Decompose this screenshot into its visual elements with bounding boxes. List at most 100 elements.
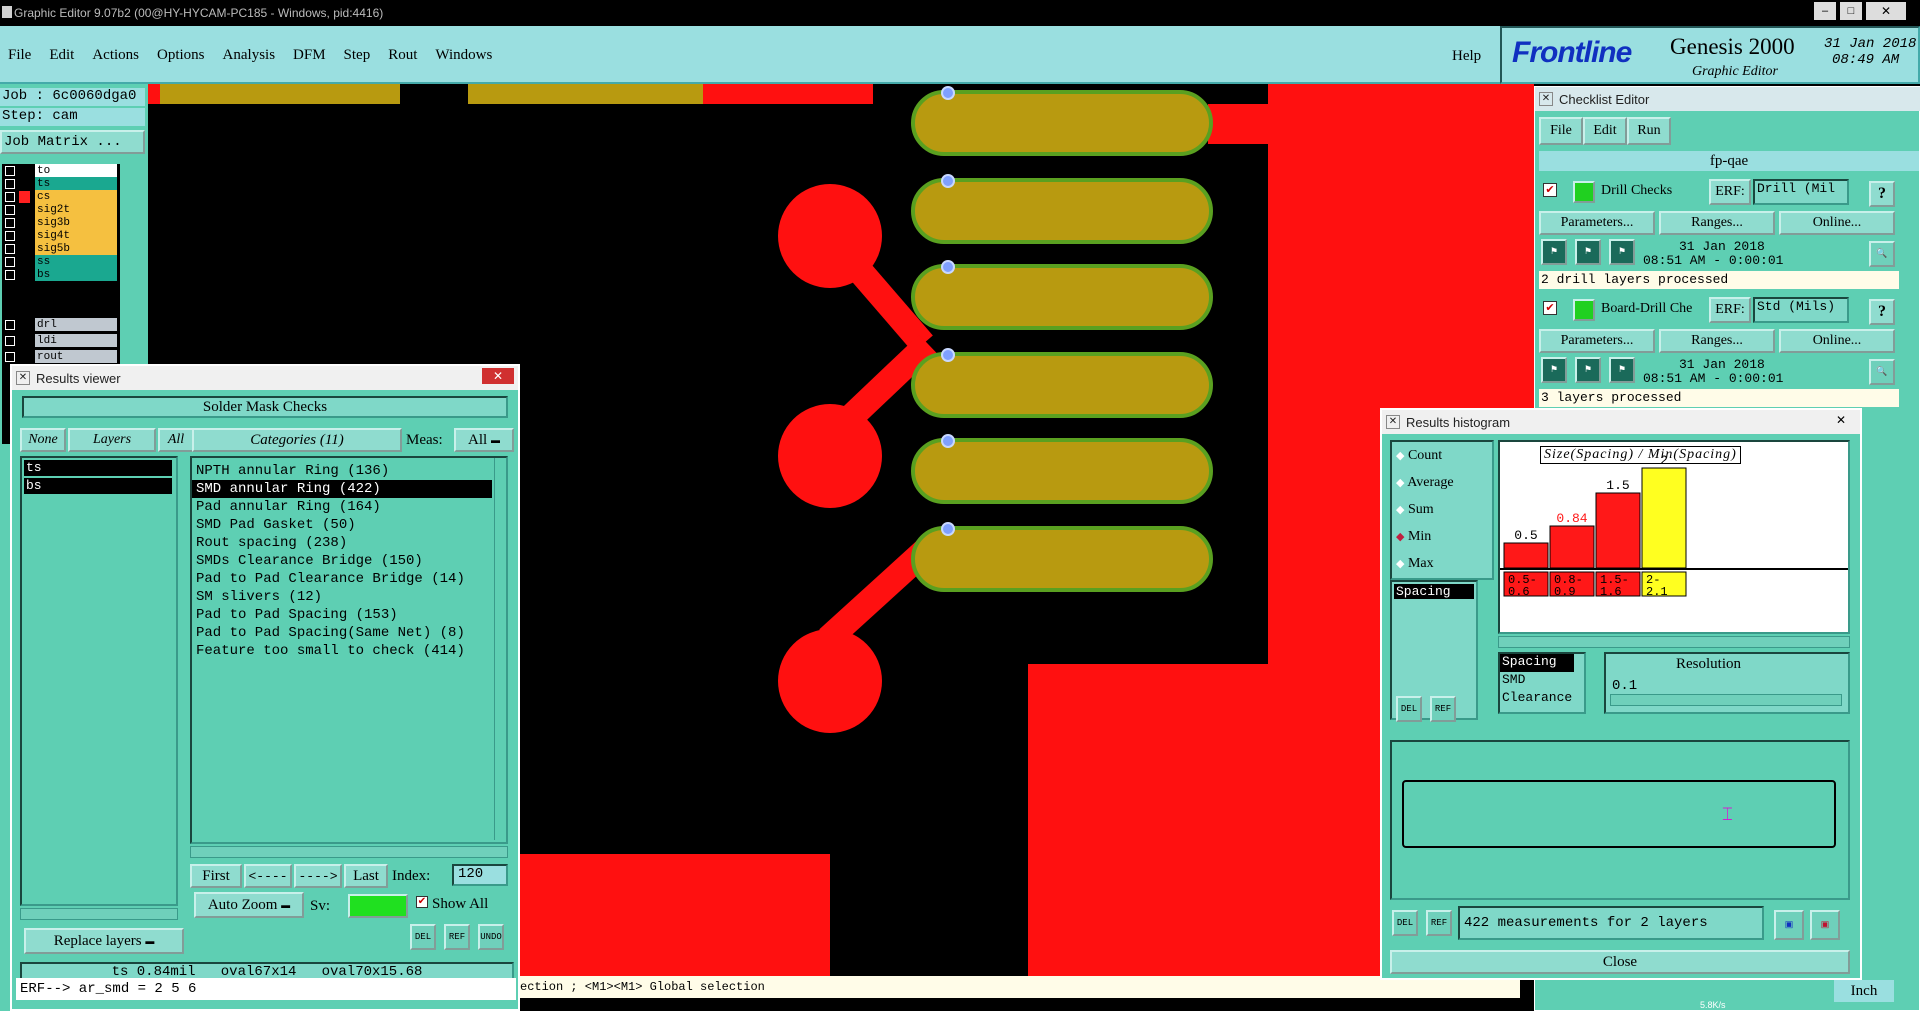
smd-pad[interactable] [911, 438, 1213, 504]
category-item[interactable]: SMD annular Ring (422) [192, 480, 492, 498]
run-icon[interactable]: ⚑ [1575, 239, 1601, 265]
job-matrix-button[interactable]: Job Matrix ... [0, 130, 145, 154]
close-button[interactable]: ✕ [1866, 2, 1906, 20]
list2-item[interactable]: SMD [1500, 672, 1584, 690]
menu-step[interactable]: Step [344, 47, 371, 64]
menu-dfm[interactable]: DFM [293, 47, 326, 64]
layer-row[interactable]: sig4t [2, 229, 120, 243]
results-layer-list[interactable]: ts bs [20, 456, 178, 906]
layer-list-hscroll[interactable] [20, 908, 178, 920]
check-enable-checkbox[interactable]: ✔ [1543, 183, 1557, 197]
layer-checkbox[interactable] [5, 270, 15, 280]
online-button[interactable]: Online... [1779, 211, 1895, 235]
mode-radio-count[interactable]: ◆ Count [1396, 448, 1442, 464]
mode-radio-average[interactable]: ◆ Average [1396, 475, 1454, 491]
layer-checkbox[interactable] [5, 205, 15, 215]
zoom-icon[interactable]: 🔍 [1869, 359, 1895, 385]
last-button[interactable]: Last [344, 864, 388, 888]
next-button[interactable]: ----> [294, 864, 342, 888]
layer-row[interactable]: cs [2, 190, 120, 204]
layer-row[interactable]: sig2t [2, 203, 120, 217]
histogram-bar[interactable] [1595, 492, 1641, 569]
menu-help[interactable]: Help [1452, 48, 1481, 65]
undo-icon[interactable]: UNDO [478, 924, 504, 950]
layer-row[interactable]: ss [2, 255, 120, 269]
check-action-icon[interactable] [1573, 181, 1595, 203]
ranges-button[interactable]: Ranges... [1659, 211, 1775, 235]
run-icon[interactable]: ⚑ [1575, 357, 1601, 383]
hist-del-icon-2[interactable]: DEL [1392, 910, 1418, 936]
minimize-button[interactable]: ‒ [1814, 2, 1836, 20]
maximize-button[interactable]: □ [1840, 2, 1862, 20]
mode-radio-min[interactable]: ◆ Min [1396, 529, 1431, 545]
layer-checkbox[interactable] [5, 231, 15, 241]
checklist-menu-edit[interactable]: Edit [1583, 117, 1627, 145]
checklist-menu-run[interactable]: Run [1627, 117, 1671, 145]
menu-rout[interactable]: Rout [388, 47, 417, 64]
layer-row[interactable]: to [2, 164, 120, 178]
category-item[interactable]: Feature too small to check (414) [192, 642, 506, 660]
menu-options[interactable]: Options [157, 47, 205, 64]
mode-radio-max[interactable]: ◆ Max [1396, 556, 1434, 572]
layer-checkbox[interactable] [5, 352, 15, 362]
ranges-button[interactable]: Ranges... [1659, 329, 1775, 353]
check-enable-checkbox[interactable]: ✔ [1543, 301, 1557, 315]
layers-button[interactable]: Layers [68, 428, 156, 452]
del-icon[interactable]: DEL [410, 924, 436, 950]
smd-pad[interactable] [911, 526, 1213, 592]
resolution-slider[interactable] [1610, 694, 1842, 706]
menu-analysis[interactable]: Analysis [223, 47, 276, 64]
menu-actions[interactable]: Actions [92, 47, 139, 64]
hist-ref-icon-2[interactable]: REF [1426, 910, 1452, 936]
category-item[interactable]: Pad to Pad Clearance Bridge (14) [192, 570, 506, 588]
histogram-close-button[interactable]: Close [1390, 950, 1850, 974]
histogram-list-item[interactable]: Spacing [1394, 584, 1474, 599]
category-item[interactable]: SMD Pad Gasket (50) [192, 516, 506, 534]
smd-pad[interactable] [911, 178, 1213, 244]
category-item[interactable]: SMDs Clearance Bridge (150) [192, 552, 506, 570]
all-layers-button[interactable]: All [158, 428, 194, 452]
smd-pad[interactable] [911, 90, 1213, 156]
layer-checkbox[interactable] [5, 218, 15, 228]
layer-row[interactable]: sig5b [2, 242, 120, 256]
histogram-bar[interactable] [1549, 525, 1595, 569]
layer-row[interactable]: drl [2, 318, 120, 332]
mode-radio-sum[interactable]: ◆ Sum [1396, 502, 1434, 518]
menu-windows[interactable]: Windows [435, 47, 492, 64]
category-item[interactable]: Pad to Pad Spacing(Same Net) (8) [192, 624, 506, 642]
layer-row[interactable]: rout [2, 350, 120, 364]
list2-item[interactable]: Spacing [1500, 654, 1574, 672]
run-icon[interactable]: ⚑ [1609, 239, 1635, 265]
prev-button[interactable]: <---- [244, 864, 292, 888]
category-item[interactable]: NPTH annular Ring (136) [192, 462, 506, 480]
layer-checkbox[interactable] [5, 320, 15, 330]
check-action-icon[interactable] [1573, 299, 1595, 321]
parameters-button[interactable]: Parameters... [1539, 329, 1655, 353]
help-button[interactable]: ? [1869, 181, 1895, 207]
erf-button[interactable]: ERF: [1709, 179, 1751, 205]
show-all-checkbox[interactable]: ✔ [416, 896, 428, 908]
layer-checkbox[interactable] [5, 192, 15, 202]
category-item[interactable]: Rout spacing (238) [192, 534, 506, 552]
zoom-icon-2[interactable]: ▣ [1810, 910, 1840, 940]
layer-checkbox[interactable] [5, 336, 15, 346]
layer-checkbox[interactable] [5, 179, 15, 189]
chart-hscroll[interactable] [1498, 636, 1850, 648]
zoom-icon[interactable]: 🔍 [1869, 241, 1895, 267]
results-layer-item[interactable]: ts [24, 460, 172, 476]
smd-pad[interactable] [911, 352, 1213, 418]
layer-checkbox[interactable] [5, 257, 15, 267]
histogram-bar[interactable] [1503, 542, 1549, 569]
histogram-list2[interactable]: Spacing SMD Clearance [1498, 652, 1586, 714]
layer-row[interactable]: sig3b [2, 216, 120, 230]
meas-select[interactable]: All ▬ [454, 428, 514, 452]
zoom-icon[interactable]: ▣ [1774, 910, 1804, 940]
sv-color-select[interactable] [348, 894, 408, 918]
erf-button[interactable]: ERF: [1709, 297, 1751, 323]
index-input[interactable]: 120 [452, 864, 508, 886]
checklist-menu-file[interactable]: File [1539, 117, 1583, 145]
units-label[interactable]: Inch [1834, 980, 1894, 1002]
histogram-close-x[interactable]: ✕ [1828, 412, 1854, 428]
categories-hscroll[interactable] [190, 846, 508, 858]
layer-checkbox[interactable] [5, 244, 15, 254]
